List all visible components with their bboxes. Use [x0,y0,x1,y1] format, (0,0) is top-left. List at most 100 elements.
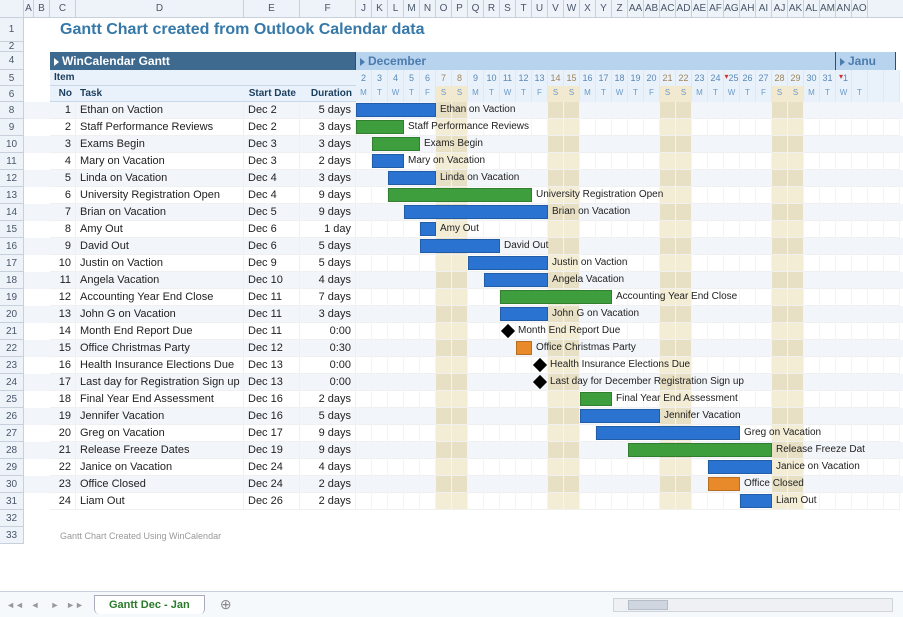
col-header[interactable]: X [580,0,596,17]
col-header[interactable]: O [436,0,452,17]
task-row[interactable]: 2922Janice on VacationDec 244 daysJanice… [0,459,903,476]
col-header[interactable]: Q [468,0,484,17]
task-row[interactable]: 81Ethan on VactionDec 25 daysEthan on Va… [0,102,903,119]
col-header[interactable]: AO [852,0,868,17]
row-header[interactable]: 29 [0,459,24,476]
tab-prev-icon[interactable]: ◄ [26,597,44,613]
row-header[interactable]: 25 [0,391,24,408]
month-header-jan[interactable]: Janu [836,52,896,70]
col-header[interactable]: AL [804,0,820,17]
col-header[interactable]: B [34,0,50,17]
col-header[interactable]: AE [692,0,708,17]
row-header[interactable]: 10 [0,136,24,153]
col-header[interactable]: N [420,0,436,17]
gantt-bar[interactable] [740,494,772,508]
row-header[interactable]: 1 [0,18,24,42]
task-row[interactable]: 1912Accounting Year End CloseDec 117 day… [0,289,903,306]
row-header[interactable]: 23 [0,357,24,374]
task-row[interactable]: 169David OutDec 65 daysDavid Out [0,238,903,255]
row-header[interactable]: 30 [0,476,24,493]
month-header-dec[interactable]: December [356,52,836,70]
gantt-bar[interactable] [708,460,772,474]
gantt-bar[interactable] [500,307,548,321]
col-header[interactable]: V [548,0,564,17]
gantt-bar[interactable] [420,239,500,253]
gantt-bar[interactable] [356,120,404,134]
gantt-bar[interactable] [468,256,548,270]
gantt-bar[interactable] [580,392,612,406]
gantt-bar[interactable] [420,222,436,236]
row-header[interactable]: 13 [0,187,24,204]
col-header[interactable]: AK [788,0,804,17]
row-header[interactable]: 27 [0,425,24,442]
col-header[interactable]: AG [724,0,740,17]
col-header[interactable]: S [500,0,516,17]
task-row[interactable]: 2720Greg on VacationDec 179 daysGreg on … [0,425,903,442]
row-header[interactable]: 14 [0,204,24,221]
gantt-bar[interactable] [388,171,436,185]
col-header[interactable]: K [372,0,388,17]
row-header[interactable]: 9 [0,119,24,136]
gantt-bar[interactable] [404,205,548,219]
row-header[interactable]: 24 [0,374,24,391]
task-row[interactable]: 1710Justin on VactionDec 95 daysJustin o… [0,255,903,272]
gantt-bar[interactable] [708,477,740,491]
task-row[interactable]: 2013John G on VacationDec 113 daysJohn G… [0,306,903,323]
col-header[interactable]: AC [660,0,676,17]
row-header[interactable]: 4 [0,52,24,70]
row-header[interactable]: 8 [0,102,24,119]
gantt-bar[interactable] [516,341,532,355]
col-header[interactable]: Y [596,0,612,17]
task-row[interactable]: 2114Month End Report DueDec 110:00Month … [0,323,903,340]
tab-next-icon[interactable]: ► [46,597,64,613]
col-header[interactable]: AF [708,0,724,17]
col-header[interactable]: AD [676,0,692,17]
gantt-bar[interactable] [484,273,548,287]
add-sheet-button[interactable]: ⊕ [215,594,237,616]
row-header[interactable]: 5 [0,70,24,86]
col-header[interactable]: R [484,0,500,17]
row-header[interactable]: 12 [0,170,24,187]
row-header[interactable]: 33 [0,527,24,544]
col-header[interactable]: M [404,0,420,17]
col-header[interactable]: AJ [772,0,788,17]
gantt-bar[interactable] [596,426,740,440]
gantt-bar[interactable] [356,103,436,117]
col-header[interactable]: AI [756,0,772,17]
row-header[interactable]: 31 [0,493,24,510]
gantt-bar[interactable] [372,137,420,151]
task-row[interactable]: 2518Final Year End AssessmentDec 162 day… [0,391,903,408]
task-row[interactable]: 2417Last day for Registration Sign upDec… [0,374,903,391]
task-row[interactable]: 3023Office ClosedDec 242 daysOffice Clos… [0,476,903,493]
row-header[interactable]: 20 [0,306,24,323]
row-header[interactable]: 18 [0,272,24,289]
row-header[interactable]: 16 [0,238,24,255]
col-header[interactable]: T [516,0,532,17]
tab-first-icon[interactable]: ◄◄ [6,597,24,613]
gantt-bar[interactable] [388,188,532,202]
row-header[interactable]: 19 [0,289,24,306]
task-row[interactable]: 158Amy OutDec 61 dayAmy Out [0,221,903,238]
task-row[interactable]: 103Exams BeginDec 33 daysExams Begin [0,136,903,153]
col-header[interactable]: AB [644,0,660,17]
row-header[interactable]: 28 [0,442,24,459]
horizontal-scrollbar[interactable] [613,598,893,612]
task-row[interactable]: 1811Angela VacationDec 104 daysAngela Va… [0,272,903,289]
row-header[interactable]: 6 [0,86,24,102]
col-header[interactable]: D [76,0,244,17]
col-header[interactable]: P [452,0,468,17]
row-header[interactable]: 11 [0,153,24,170]
select-all-corner[interactable] [0,0,24,17]
col-header[interactable]: U [532,0,548,17]
row-header[interactable]: 26 [0,408,24,425]
task-row[interactable]: 92Staff Performance ReviewsDec 23 daysSt… [0,119,903,136]
task-row[interactable]: 2821Release Freeze DatesDec 199 daysRele… [0,442,903,459]
task-row[interactable]: 2316Health Insurance Elections DueDec 13… [0,357,903,374]
row-header[interactable]: 22 [0,340,24,357]
scrollbar-thumb[interactable] [628,600,668,610]
sheet-tab-active[interactable]: Gantt Dec - Jan [94,595,205,614]
col-header[interactable]: A [24,0,34,17]
task-row[interactable]: 136University Registration OpenDec 49 da… [0,187,903,204]
col-header[interactable]: Z [612,0,628,17]
row-header[interactable]: 17 [0,255,24,272]
